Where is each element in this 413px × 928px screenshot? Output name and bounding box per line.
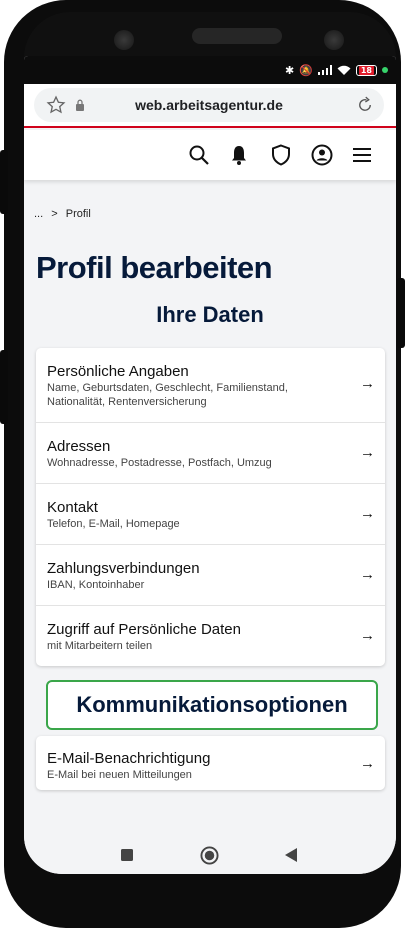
url-text[interactable]: web.arbeitsagentur.de [34, 97, 384, 113]
battery-icon: 18 [355, 64, 377, 76]
list-item-title: Zahlungsverbindungen [47, 560, 200, 577]
arrow-right-icon: → [360, 375, 375, 392]
list-item-subtitle: Wohnadresse, Postadresse, Postfach, Umzu… [47, 457, 272, 469]
power-button [0, 150, 8, 214]
front-camera [114, 30, 134, 50]
bell-icon[interactable] [227, 143, 251, 167]
signal-icon [317, 65, 332, 75]
list-item-title: Zugriff auf Persönliche Daten [47, 621, 241, 638]
list-item-subtitle: Name, Geburtsdaten, Geschlecht, Familien… [47, 382, 288, 408]
list-item-title: Kontakt [47, 499, 98, 516]
earpiece-speaker [192, 28, 282, 44]
shield-icon[interactable] [269, 143, 293, 167]
list-item-title: Persönliche Angaben [47, 363, 189, 380]
reload-icon[interactable] [356, 96, 374, 114]
arrow-right-icon: → [360, 444, 375, 461]
list-item-title: Adressen [47, 438, 111, 455]
recents-button-icon[interactable] [121, 849, 133, 861]
menu-icon[interactable] [350, 143, 374, 167]
breadcrumb: ... > Profil [34, 208, 91, 220]
list-item-email-benachrichtigung[interactable]: E-Mail-Benachrichtigung E-Mail bei neuen… [36, 736, 385, 790]
side-button [397, 278, 405, 348]
list-item-kontakt[interactable]: Kontakt Telefon, E-Mail, Homepage → [36, 484, 385, 545]
screen: ✱ 🔕 18 web.arbeitsagentur.de ... > Profi… [24, 56, 396, 874]
phone-frame: ✱ 🔕 18 web.arbeitsagentur.de ... > Profi… [0, 0, 405, 928]
breadcrumb-ellipsis[interactable]: ... [34, 208, 43, 220]
arrow-right-icon: → [360, 627, 375, 644]
system-nav-bar [24, 836, 396, 874]
list-item-subtitle: mit Mitarbeitern teilen [47, 640, 153, 652]
list-item-subtitle: E-Mail bei neuen Mitteilungen [47, 769, 192, 781]
breadcrumb-current: Profil [65, 208, 91, 220]
wifi-icon [337, 65, 351, 75]
battery-level: 18 [358, 65, 374, 75]
arrow-right-icon: → [360, 505, 375, 522]
kommunikation-heading: Kommunikationsoptionen [46, 680, 378, 730]
list-item-subtitle: Telefon, E-Mail, Homepage [47, 518, 180, 530]
page-title: Profil bearbeiten [36, 250, 273, 285]
daten-list: Persönliche Angaben Name, Geburtsdaten, … [36, 348, 385, 666]
address-bar[interactable]: web.arbeitsagentur.de [34, 88, 384, 122]
bluetooth-icon: ✱ [284, 63, 295, 77]
kommunikation-list: E-Mail-Benachrichtigung E-Mail bei neuen… [36, 736, 385, 790]
volume-button [0, 350, 8, 424]
notification-dot [382, 67, 388, 73]
arrow-right-icon: → [360, 566, 375, 583]
status-bar: ✱ 🔕 18 [24, 56, 396, 84]
browser-toolbar: web.arbeitsagentur.de [24, 84, 396, 128]
search-icon[interactable] [187, 143, 211, 167]
list-item-adressen[interactable]: Adressen Wohnadresse, Postadresse, Postf… [36, 423, 385, 484]
home-button-icon[interactable] [200, 846, 219, 865]
list-item-title: E-Mail-Benachrichtigung [47, 750, 211, 767]
breadcrumb-separator: > [51, 208, 58, 220]
site-header [24, 130, 396, 180]
user-account-icon[interactable] [310, 143, 334, 167]
arrow-right-icon: → [360, 755, 375, 772]
mute-icon: 🔕 [299, 63, 313, 77]
list-item-persoenliche-angaben[interactable]: Persönliche Angaben Name, Geburtsdaten, … [36, 348, 385, 423]
back-button-icon[interactable] [285, 848, 297, 862]
sensor [324, 30, 344, 50]
section-title: Ihre Daten [156, 302, 264, 327]
list-item-zahlungsverbindungen[interactable]: Zahlungsverbindungen IBAN, Kontoinhaber … [36, 545, 385, 606]
list-item-zugriff[interactable]: Zugriff auf Persönliche Daten mit Mitarb… [36, 606, 385, 666]
list-item-subtitle: IBAN, Kontoinhaber [47, 579, 145, 591]
